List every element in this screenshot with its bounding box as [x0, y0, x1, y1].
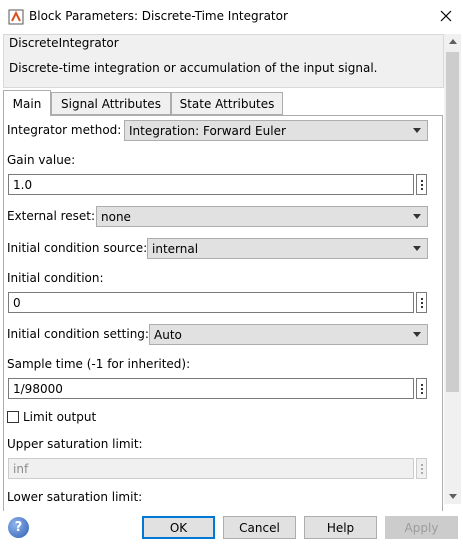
- dot-icon: [420, 391, 423, 394]
- integrator-method-dropdown[interactable]: Integration: Forward Euler: [124, 120, 428, 141]
- external-reset-dropdown[interactable]: none: [96, 206, 428, 227]
- close-icon: [440, 10, 452, 22]
- limit-output-label: Limit output: [23, 410, 97, 424]
- help-icon[interactable]: ?: [8, 517, 29, 538]
- initial-condition-input[interactable]: 0: [8, 292, 414, 313]
- gain-value-more-button[interactable]: [416, 174, 427, 195]
- dot-icon: [420, 179, 423, 182]
- upper-limit-more-button: [416, 458, 427, 479]
- initial-condition-label: Initial condition:: [7, 271, 104, 285]
- window-title: Block Parameters: Discrete-Time Integrat…: [29, 9, 288, 23]
- ic-source-value: internal: [152, 241, 199, 256]
- dot-icon: [420, 471, 423, 474]
- dot-icon: [420, 301, 423, 304]
- ic-source-dropdown[interactable]: internal: [147, 238, 428, 259]
- close-button[interactable]: [432, 4, 460, 28]
- scrollbar-thumb[interactable]: [446, 52, 459, 392]
- tab-state-attributes[interactable]: State Attributes: [171, 92, 283, 115]
- cancel-button[interactable]: Cancel: [223, 516, 296, 539]
- chevron-down-icon: [413, 214, 421, 219]
- integrator-method-label: Integrator method:: [7, 123, 122, 137]
- ic-setting-label: Initial condition setting:: [7, 327, 149, 341]
- gain-value-label: Gain value:: [7, 153, 76, 167]
- ok-button[interactable]: OK: [142, 516, 215, 539]
- external-reset-value: none: [101, 209, 131, 224]
- tab-signal-attributes[interactable]: Signal Attributes: [51, 92, 171, 115]
- dot-icon: [420, 297, 423, 300]
- dot-icon: [420, 467, 423, 470]
- limit-output-checkbox[interactable]: [7, 411, 19, 423]
- dot-icon: [420, 383, 423, 386]
- chevron-down-icon: [413, 246, 421, 251]
- chevron-down-icon: [413, 128, 421, 133]
- help-button[interactable]: Help: [304, 516, 377, 539]
- dot-icon: [420, 305, 423, 308]
- dot-icon: [420, 187, 423, 190]
- block-description: Discrete-time integration or accumulatio…: [9, 61, 378, 75]
- block-type-label: DiscreteIntegrator: [9, 36, 119, 50]
- simulink-app-icon: [8, 9, 24, 25]
- lower-limit-label: Lower saturation limit:: [7, 490, 143, 504]
- sample-time-label: Sample time (-1 for inherited):: [7, 357, 191, 371]
- gain-value-input[interactable]: 1.0: [8, 174, 414, 195]
- ic-setting-dropdown[interactable]: Auto: [149, 324, 428, 345]
- dot-icon: [420, 387, 423, 390]
- integrator-method-value: Integration: Forward Euler: [129, 123, 286, 138]
- initial-condition-more-button[interactable]: [416, 292, 427, 313]
- upper-limit-label: Upper saturation limit:: [7, 437, 143, 451]
- dot-icon: [420, 463, 423, 466]
- apply-button: Apply: [385, 516, 458, 539]
- scroll-down-icon[interactable]: [449, 494, 457, 499]
- upper-limit-input: inf: [8, 458, 414, 479]
- dot-icon: [420, 183, 423, 186]
- ic-setting-value: Auto: [154, 327, 182, 342]
- scroll-up-icon[interactable]: [449, 39, 457, 44]
- tab-main[interactable]: Main: [3, 90, 51, 116]
- ic-source-label: Initial condition source:: [7, 241, 148, 255]
- external-reset-label: External reset:: [7, 209, 96, 223]
- chevron-down-icon: [413, 332, 421, 337]
- sample-time-more-button[interactable]: [416, 378, 427, 399]
- sample-time-input[interactable]: 1/98000: [8, 378, 414, 399]
